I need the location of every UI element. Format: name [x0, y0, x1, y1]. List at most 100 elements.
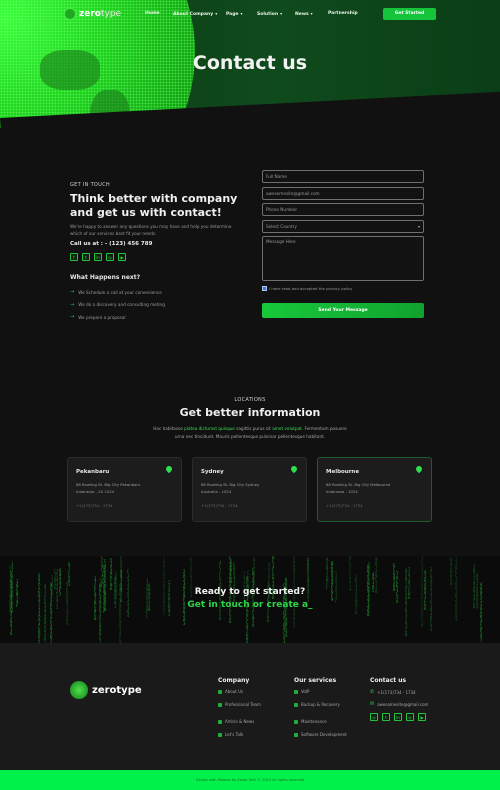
location-card-pekanbaru: Pekanbaru 88 Rowling St. Big City Pekanb…: [67, 457, 182, 522]
bullet-icon: [294, 689, 298, 694]
card-phone: +1(173)734 - 1734: [76, 503, 113, 508]
column-title: Company: [218, 677, 250, 684]
column-title: Our services: [294, 677, 337, 684]
map-pin-icon: [289, 464, 299, 474]
hero-banner: zerotype Home About Company ▾ Page ▾ Solut…: [0, 0, 500, 128]
email-input[interactable]: awesomesite@gmail.com: [262, 186, 424, 200]
matrix-rain-column: 805B0E0: [450, 557, 453, 586]
nav-solution[interactable]: Solution ▾: [257, 11, 282, 17]
bullet-icon: [294, 732, 298, 737]
message-textarea[interactable]: Message Here: [262, 236, 424, 281]
page-title: Contact us: [192, 52, 308, 74]
card-city: Melbourne: [326, 469, 360, 475]
footer-email[interactable]: ✉ awesomesite@gmail.com: [370, 701, 428, 707]
footer-link-voip[interactable]: VoIP: [294, 689, 347, 694]
list-item: → We Schedule a call at your convenience: [70, 289, 162, 296]
footer-phone: ✆ +1(173)734 - 1734: [370, 689, 416, 695]
dribbble-icon[interactable]: ◎: [106, 253, 114, 261]
logo-icon: [70, 681, 88, 699]
footer-social-links: ◎ t in ◎ ▶: [370, 713, 428, 721]
nav-news[interactable]: News ▾: [295, 11, 313, 17]
footer-link-maintenance[interactable]: Maintenance: [294, 719, 347, 724]
footer-link-software[interactable]: Software Development: [294, 732, 347, 737]
contact-form: Full Name awesomesite@gmail.com Phone Nu…: [262, 170, 424, 318]
footer-link-backup[interactable]: Backup & Recovery: [294, 702, 347, 707]
footer-link-team[interactable]: Professional Team: [218, 702, 261, 707]
location-card-melbourne: Melbourne 88 Rowling St. Big City Melbou…: [317, 457, 432, 522]
call-us-text: Call us at : - (123) 456 789: [70, 241, 153, 247]
twitter-icon[interactable]: t: [382, 713, 390, 721]
linkedin-icon[interactable]: in: [94, 253, 102, 261]
contact-heading: Think better with company and get us wit…: [70, 192, 238, 219]
nav-home[interactable]: Home: [145, 11, 160, 16]
bullet-icon: [218, 732, 222, 737]
dribbble-icon[interactable]: ◎: [370, 713, 378, 721]
phone-icon: ✆: [370, 689, 375, 695]
brand-name: zerotype: [79, 9, 122, 19]
bullet-icon: [218, 689, 222, 694]
contact-intro: We're happy to answer any questions you …: [70, 224, 232, 236]
card-address: 88 Rowling St. Big City Melbourne Indones…: [326, 482, 391, 494]
arrow-right-icon: →: [70, 289, 75, 296]
privacy-label: I have read and accepted the privacy pol…: [269, 286, 353, 291]
youtube-icon[interactable]: ▶: [418, 713, 426, 721]
chevron-down-icon: ▾: [280, 11, 283, 16]
column-title: Contact us: [370, 677, 407, 684]
nav-about-company[interactable]: About Company ▾: [173, 11, 217, 17]
card-address: 88 Rowling St. Big City Sydney Australia …: [201, 482, 260, 494]
chevron-down-icon: ▾: [215, 11, 218, 16]
bullet-icon: [218, 702, 222, 707]
card-city: Pekanbaru: [76, 469, 110, 475]
matrix-rain-column: 0E213CA: [253, 557, 256, 586]
matrix-rain-column: 34EF055DFC: [146, 578, 149, 619]
copyright-bar: Design with Passion by Zeroo Tech © 2023…: [0, 770, 500, 790]
facebook-icon[interactable]: f: [70, 253, 78, 261]
twitter-icon[interactable]: t: [82, 253, 90, 261]
list-item: → We do a discovery and consulting meting: [70, 301, 165, 308]
location-card-sydney: Sydney 88 Rowling St. Big City Sydney Aus…: [192, 457, 307, 522]
footer-services-column: Our services VoIP Backup & Recovery Main…: [294, 677, 347, 737]
footer-logo[interactable]: zerotype: [70, 681, 142, 699]
card-phone: +1(173)734 - 1734: [326, 503, 363, 508]
footer-brand: zerotype: [92, 684, 142, 696]
youtube-icon[interactable]: ▶: [118, 253, 126, 261]
phone-input[interactable]: Phone Number: [262, 203, 424, 216]
linkedin-icon[interactable]: in: [394, 713, 402, 721]
cta-subtitle: Get in touch or create a_: [187, 600, 313, 610]
mail-icon: ✉: [370, 701, 375, 707]
card-city: Sydney: [201, 469, 224, 475]
send-message-button[interactable]: Send Your Message: [262, 303, 424, 318]
logo-icon: [64, 8, 76, 20]
footer-link-talk[interactable]: Let's Talk: [218, 732, 261, 737]
cta-banner: 781E964C A28720FF 68A42F7 C551E3E CA237106AA…: [0, 556, 500, 643]
footer-link-news[interactable]: Article & News: [218, 719, 261, 724]
chevron-down-icon: ▾: [240, 11, 243, 16]
next-steps-list: → We Schedule a call at your convenience …: [70, 286, 165, 324]
brand-logo[interactable]: zerotype: [64, 8, 121, 20]
bullet-icon: [294, 702, 298, 707]
map-pin-icon: [164, 464, 174, 474]
cta-title: Ready to get started?: [194, 587, 306, 597]
dribbble-icon[interactable]: ◎: [406, 713, 414, 721]
next-steps-title: What Happens next?: [70, 274, 141, 281]
bullet-icon: [294, 719, 298, 724]
privacy-checkbox[interactable]: [262, 286, 267, 291]
nav-page[interactable]: Page ▾: [226, 11, 243, 17]
full-name-input[interactable]: Full Name: [262, 170, 424, 183]
locations-description: Hac habitasse platea dictumst quisque sa…: [153, 426, 347, 439]
get-started-button[interactable]: Get Started: [383, 8, 436, 20]
bullet-icon: [218, 719, 222, 724]
card-phone: +1(173)734 - 1734: [201, 503, 238, 508]
map-pin-icon: [414, 464, 424, 474]
top-nav: zerotype Home About Company ▾ Page ▾ Solut…: [0, 8, 500, 22]
footer-contact-column: Contact us ✆ +1(173)734 - 1734 ✉ awesomesi…: [370, 677, 428, 721]
card-address: 88 Rowling St. Big City Pekanbaru Indones…: [76, 482, 141, 494]
country-select[interactable]: Select Country: [262, 219, 424, 233]
arrow-right-icon: →: [70, 314, 75, 321]
matrix-rain-column: 2A23850F8062A3: [183, 569, 186, 626]
footer-link-about[interactable]: About Us: [218, 689, 261, 694]
nav-partnership[interactable]: Partnership: [328, 11, 358, 16]
privacy-consent: I have read and accepted the privacy pol…: [262, 286, 424, 291]
locations-eyebrow: LOCATIONS: [234, 397, 266, 403]
chevron-down-icon: ▾: [310, 11, 313, 16]
